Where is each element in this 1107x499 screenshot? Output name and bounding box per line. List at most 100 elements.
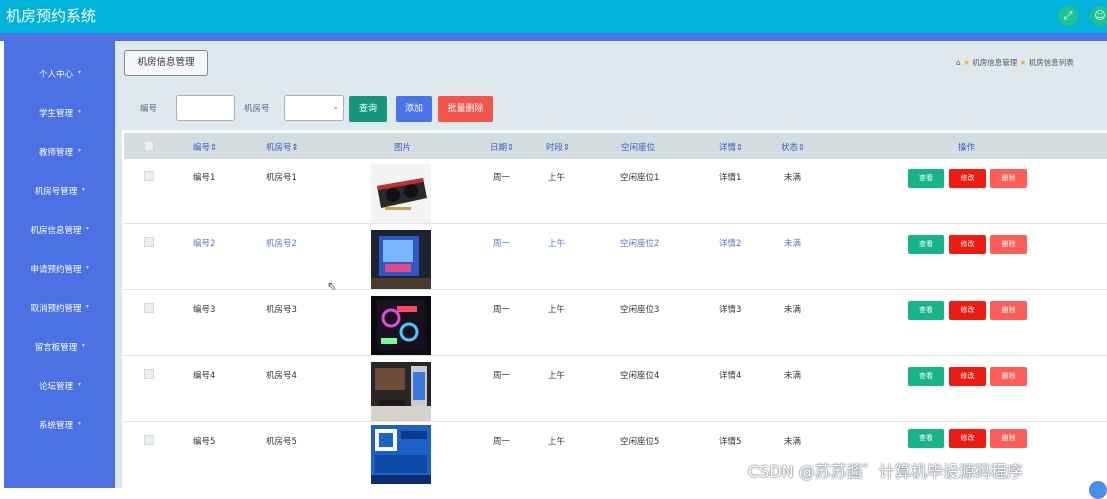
cell-seat: 空闲座位5 bbox=[620, 437, 660, 447]
add-button[interactable]: 添加 bbox=[396, 96, 432, 122]
rgb-pc-case-photo bbox=[371, 296, 431, 355]
cell-date: 周一 bbox=[493, 437, 511, 447]
mouse-cursor-icon: ⇖ bbox=[327, 279, 338, 293]
chevron-down-icon: ▾ bbox=[86, 225, 90, 232]
row-checkbox[interactable] bbox=[144, 435, 154, 445]
cell-period: 上午 bbox=[548, 437, 566, 447]
column-header-number[interactable]: 编号⇕ bbox=[193, 141, 217, 153]
row-checkbox[interactable] bbox=[144, 171, 154, 181]
scroll-top-button[interactable] bbox=[1089, 481, 1107, 499]
sidebar-item-label: 学生管理 bbox=[38, 109, 73, 119]
delete-button[interactable]: 删除 bbox=[990, 235, 1027, 254]
cell-seat: 空闲座位3 bbox=[620, 305, 660, 315]
chevron-down-icon: ▾ bbox=[78, 69, 82, 76]
sidebar-item-forum[interactable]: 论坛管理 ▾ bbox=[4, 375, 115, 397]
home-icon[interactable]: ⌂ bbox=[956, 58, 961, 67]
view-button[interactable]: 查看 bbox=[908, 169, 944, 188]
row-checkbox[interactable] bbox=[144, 237, 154, 247]
column-header-room[interactable]: 机房号⇕ bbox=[266, 141, 299, 153]
cell-number: 编号4 bbox=[193, 371, 216, 381]
delete-button[interactable]: 删除 bbox=[990, 429, 1027, 448]
sidebar-item-label: 申请预约管理 bbox=[30, 265, 82, 275]
column-header-status[interactable]: 状态⇕ bbox=[781, 141, 805, 153]
chevron-down-icon: ▾ bbox=[86, 264, 90, 271]
cpu-box-photo bbox=[371, 425, 431, 484]
edit-button[interactable]: 修改 bbox=[949, 169, 986, 188]
cell-number: 编号1 bbox=[193, 173, 216, 183]
number-filter-input[interactable] bbox=[176, 95, 235, 121]
sidebar-item-reservation-requests[interactable]: 申请预约管理 ▾ bbox=[4, 258, 115, 280]
select-all-checkbox[interactable] bbox=[144, 141, 154, 151]
edit-button[interactable]: 修改 bbox=[949, 367, 986, 386]
sidebar-item-room-info[interactable]: 机房信息管理 ▾ bbox=[4, 219, 115, 241]
column-header-seat: 空闲座位 bbox=[621, 143, 656, 153]
cell-room: 机房号5 bbox=[266, 437, 297, 447]
delete-button[interactable]: 删除 bbox=[990, 169, 1027, 188]
sidebar-item-label: 留言板管理 bbox=[34, 343, 78, 353]
edit-button[interactable]: 修改 bbox=[949, 235, 986, 254]
cell-status: 未满 bbox=[784, 371, 802, 381]
star-icon: ★ bbox=[1019, 58, 1027, 67]
view-button[interactable]: 查看 bbox=[908, 235, 944, 254]
cell-status: 未满 bbox=[784, 173, 802, 183]
view-button[interactable]: 查看 bbox=[908, 429, 944, 448]
edit-button[interactable]: 修改 bbox=[949, 301, 986, 320]
cell-detail: 详情1 bbox=[719, 173, 742, 183]
cell-status: 未满 bbox=[784, 305, 802, 315]
top-bar: 机房预约系统 ⤢ ☺ bbox=[0, 0, 1107, 33]
table-row: 编号4 机房号4 周一 上午 空闲座位4 详情4 未满 查看 修改 删除 bbox=[124, 357, 1107, 422]
cell-date: 周一 bbox=[493, 371, 511, 381]
cell-date: 周一 bbox=[493, 239, 511, 249]
bulk-delete-button[interactable]: 批量删除 bbox=[438, 96, 493, 122]
cell-room: 机房号2 bbox=[266, 239, 297, 249]
column-header-date[interactable]: 日期⇕ bbox=[490, 141, 514, 153]
lit-pc-case-photo bbox=[371, 230, 431, 289]
chevron-down-icon: ▾ bbox=[82, 186, 86, 193]
sidebar-item-label: 机房信息管理 bbox=[30, 226, 82, 236]
sidebar-item-personal-center[interactable]: 个人中心 ▾ bbox=[4, 63, 115, 85]
cell-detail: 详情3 bbox=[719, 305, 742, 315]
breadcrumb-item[interactable]: 机房信息管理 bbox=[972, 58, 1017, 67]
page-tag[interactable]: 机房信息管理 bbox=[124, 50, 208, 76]
chevron-down-icon: ▾ bbox=[82, 342, 86, 349]
view-button[interactable]: 查看 bbox=[908, 301, 944, 320]
sidebar-item-label: 个人中心 bbox=[38, 70, 73, 80]
sidebar-item-message-board[interactable]: 留言板管理 ▾ bbox=[4, 336, 115, 358]
search-button[interactable]: 查询 bbox=[349, 96, 387, 122]
row-checkbox[interactable] bbox=[144, 369, 154, 379]
chevron-down-icon: ▾ bbox=[78, 420, 82, 427]
sidebar-item-label: 教师管理 bbox=[38, 148, 73, 158]
sidebar-item-students[interactable]: 学生管理 ▾ bbox=[4, 102, 115, 124]
sidebar-item-label: 取消预约管理 bbox=[30, 304, 82, 314]
breadcrumb: ⌂ ★ 机房信息管理 ★ 机房信息列表 bbox=[956, 57, 1074, 68]
sidebar-item-label: 机房号管理 bbox=[34, 187, 78, 197]
cell-room: 机房号1 bbox=[266, 173, 297, 183]
room-filter-select[interactable]: ⌄ bbox=[284, 95, 344, 121]
sidebar-item-label: 论坛管理 bbox=[38, 382, 73, 392]
cell-detail: 详情5 bbox=[719, 437, 742, 447]
cell-period: 上午 bbox=[548, 371, 566, 381]
sidebar-item-room-numbers[interactable]: 机房号管理 ▾ bbox=[4, 180, 115, 202]
delete-button[interactable]: 删除 bbox=[990, 367, 1027, 386]
edit-button[interactable]: 修改 bbox=[949, 429, 986, 448]
sidebar-item-system[interactable]: 系统管理 ▾ bbox=[4, 414, 115, 436]
column-header-detail[interactable]: 详情⇕ bbox=[719, 141, 743, 153]
user-icon[interactable]: ☺ bbox=[1090, 6, 1107, 26]
cell-seat: 空闲座位1 bbox=[620, 173, 660, 183]
delete-button[interactable]: 删除 bbox=[990, 301, 1027, 320]
cell-number: 编号5 bbox=[193, 437, 216, 447]
table-row: 编号2 机房号2 周一 上午 空闲座位2 详情2 未满 查看 修改 删除 bbox=[124, 225, 1107, 290]
star-icon: ★ bbox=[963, 58, 970, 67]
header-strip bbox=[0, 33, 1107, 41]
row-checkbox[interactable] bbox=[144, 303, 154, 313]
column-header-actions: 操作 bbox=[958, 143, 976, 153]
sidebar-item-teachers[interactable]: 教师管理 ▾ bbox=[4, 141, 115, 163]
cell-number: 编号2 bbox=[193, 239, 216, 249]
column-header-period[interactable]: 时段⇕ bbox=[546, 141, 570, 153]
sidebar-item-cancel-reservations[interactable]: 取消预约管理 ▾ bbox=[4, 297, 115, 319]
column-header-image: 图片 bbox=[394, 143, 412, 153]
sidebar: 个人中心 ▾ 学生管理 ▾ 教师管理 ▾ 机房号管理 ▾ 机房信息管理 ▾ 申请预约管理 ▾… bbox=[4, 41, 115, 488]
fullscreen-icon[interactable]: ⤢ bbox=[1058, 6, 1078, 26]
view-button[interactable]: 查看 bbox=[908, 367, 944, 386]
cell-period: 上午 bbox=[548, 305, 566, 315]
